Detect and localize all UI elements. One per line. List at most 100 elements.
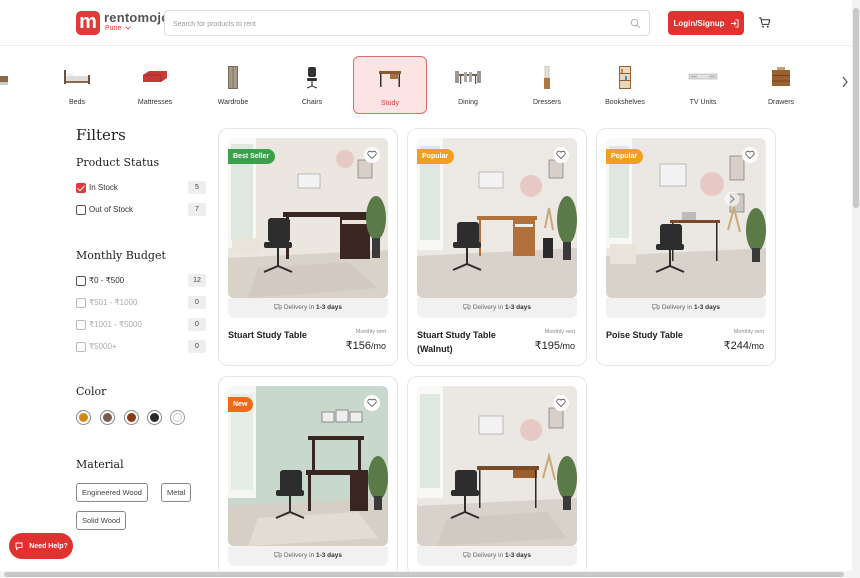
- wishlist-button[interactable]: [364, 147, 380, 163]
- delivery-info: Delivery in 1-3 days: [417, 546, 577, 566]
- login-signup-button[interactable]: Login/Signup: [668, 11, 744, 35]
- category-label: Dining: [458, 99, 478, 106]
- material-chip-solid-wood[interactable]: Solid Wood: [76, 511, 127, 530]
- color-swatch[interactable]: [76, 410, 91, 425]
- category-chairs[interactable]: Chairs: [275, 56, 349, 114]
- search-icon[interactable]: [630, 18, 641, 29]
- tv-unit-icon: [688, 73, 718, 80]
- filter-budget-501-1000[interactable]: ₹501 - ₹1000 0: [76, 296, 206, 311]
- color-swatch[interactable]: [147, 410, 162, 425]
- swatch-dot: [103, 413, 112, 422]
- heart-icon: [556, 150, 566, 160]
- dresser-icon: [544, 66, 550, 89]
- material-chip-metal[interactable]: Metal: [161, 483, 192, 502]
- horizontal-scrollbar[interactable]: [0, 571, 852, 578]
- product-image[interactable]: [417, 386, 577, 546]
- delivery-prefix: Delivery in: [661, 304, 693, 311]
- product-card[interactable]: Best Seller Delivery in 1-3 days Stuart …: [218, 128, 398, 366]
- checkbox[interactable]: [76, 276, 86, 286]
- color-swatch[interactable]: [100, 410, 115, 425]
- price-value: ₹156: [345, 340, 371, 352]
- filter-in-stock[interactable]: In Stock 5: [76, 181, 206, 196]
- checkbox[interactable]: [76, 298, 86, 308]
- category-tv-units[interactable]: TV Units: [666, 56, 740, 114]
- category-drawers[interactable]: Drawers: [744, 56, 818, 114]
- category-strip: Beds Mattresses Wardrobe Chairs Study Di…: [0, 54, 852, 116]
- category-label: Study: [381, 100, 399, 107]
- mattress-icon: [143, 71, 167, 82]
- color-swatch[interactable]: [124, 410, 139, 425]
- swatch-dot: [150, 413, 159, 422]
- delivery-info: Delivery in 1-3 days: [417, 298, 577, 318]
- product-card[interactable]: Popular Delivery in 1-3 days Poise Study…: [596, 128, 776, 366]
- wishlist-button[interactable]: [553, 147, 569, 163]
- product-card[interactable]: Delivery in 1-3 days: [407, 376, 587, 576]
- page: m rentomojo Pune Login/Signup Beds Mattr…: [0, 0, 860, 578]
- category-dining[interactable]: Dining: [431, 56, 505, 114]
- filter-label: ₹1001 - ₹5000: [89, 320, 142, 329]
- product-status-title: Product Status: [76, 156, 160, 169]
- cart-icon[interactable]: [758, 16, 771, 29]
- dining-icon: [455, 71, 481, 84]
- swatch-dot: [79, 413, 88, 422]
- search-input[interactable]: [173, 17, 613, 31]
- product-name[interactable]: Stuart Study Table: [228, 328, 338, 342]
- scrollbar-thumb[interactable]: [4, 572, 844, 577]
- truck-icon: [274, 552, 282, 558]
- bookshelf-icon: [619, 66, 631, 89]
- product-price: ₹156/mo: [346, 339, 386, 352]
- category-mattresses[interactable]: Mattresses: [118, 56, 192, 114]
- checkbox[interactable]: [76, 205, 86, 215]
- wardrobe-icon: [228, 66, 238, 89]
- product-image[interactable]: [228, 386, 388, 546]
- filter-label: In Stock: [89, 183, 118, 192]
- chevron-right-icon[interactable]: [724, 191, 740, 207]
- checkbox[interactable]: [76, 342, 86, 352]
- vertical-scrollbar[interactable]: [852, 0, 860, 578]
- chevron-right-icon[interactable]: [841, 76, 849, 88]
- wishlist-button[interactable]: [742, 147, 758, 163]
- checkbox[interactable]: [76, 320, 86, 330]
- need-help-button[interactable]: Need Help?: [9, 533, 73, 559]
- delivery-prefix: Delivery in: [472, 304, 504, 311]
- scrollbar-thumb[interactable]: [853, 8, 859, 208]
- delivery-prefix: Delivery in: [472, 552, 504, 559]
- product-name[interactable]: Poise Study Table: [606, 328, 716, 342]
- badge: New: [228, 397, 254, 412]
- badge: Best Seller: [228, 149, 276, 164]
- filter-budget-5000-plus[interactable]: ₹5000+ 0: [76, 340, 206, 355]
- category-label: Mattresses: [137, 99, 173, 106]
- header: m rentomojo Pune Login/Signup: [0, 0, 852, 46]
- filter-label: ₹501 - ₹1000: [89, 298, 138, 307]
- filter-budget-0-500[interactable]: ₹0 - ₹500 12: [76, 274, 206, 289]
- price-period: /mo: [748, 341, 764, 351]
- category-bookshelves[interactable]: Bookshelves: [588, 56, 662, 114]
- swatch-dot: [127, 413, 136, 422]
- filter-count: 5: [188, 181, 206, 194]
- delivery-info: Delivery in 1-3 days: [228, 298, 388, 318]
- badge: Popular: [606, 149, 644, 164]
- wishlist-button[interactable]: [364, 395, 380, 411]
- material-chip-engineered-wood[interactable]: Engineered Wood: [76, 483, 148, 502]
- delivery-days: 1-3 days: [504, 304, 531, 311]
- heart-icon: [745, 150, 755, 160]
- checkbox[interactable]: [76, 183, 86, 193]
- category-wardrobe[interactable]: Wardrobe: [196, 56, 270, 114]
- product-card[interactable]: Popular Delivery in 1-3 days Stuart Stud…: [407, 128, 587, 366]
- brand-name[interactable]: rentomojo: [104, 10, 169, 25]
- filter-budget-1001-5000[interactable]: ₹1001 - ₹5000 0: [76, 318, 206, 333]
- filter-label: Out of Stock: [89, 205, 134, 214]
- color-swatch[interactable]: [170, 410, 185, 425]
- filter-out-of-stock[interactable]: Out of Stock 7: [76, 203, 206, 218]
- category-dressers[interactable]: Dressers: [510, 56, 584, 114]
- city-selector[interactable]: Pune: [105, 25, 132, 32]
- product-card[interactable]: New Delivery in 1-3 days: [218, 376, 398, 576]
- delivery-days: 1-3 days: [315, 304, 342, 311]
- wishlist-button[interactable]: [553, 395, 569, 411]
- category-beds[interactable]: Beds: [40, 56, 114, 114]
- brand-logo[interactable]: m: [76, 11, 100, 35]
- price-period: /mo: [370, 341, 386, 351]
- product-name[interactable]: Stuart Study Table (Walnut): [417, 328, 527, 356]
- category-study[interactable]: Study: [353, 56, 427, 114]
- delivery-days: 1-3 days: [504, 552, 531, 559]
